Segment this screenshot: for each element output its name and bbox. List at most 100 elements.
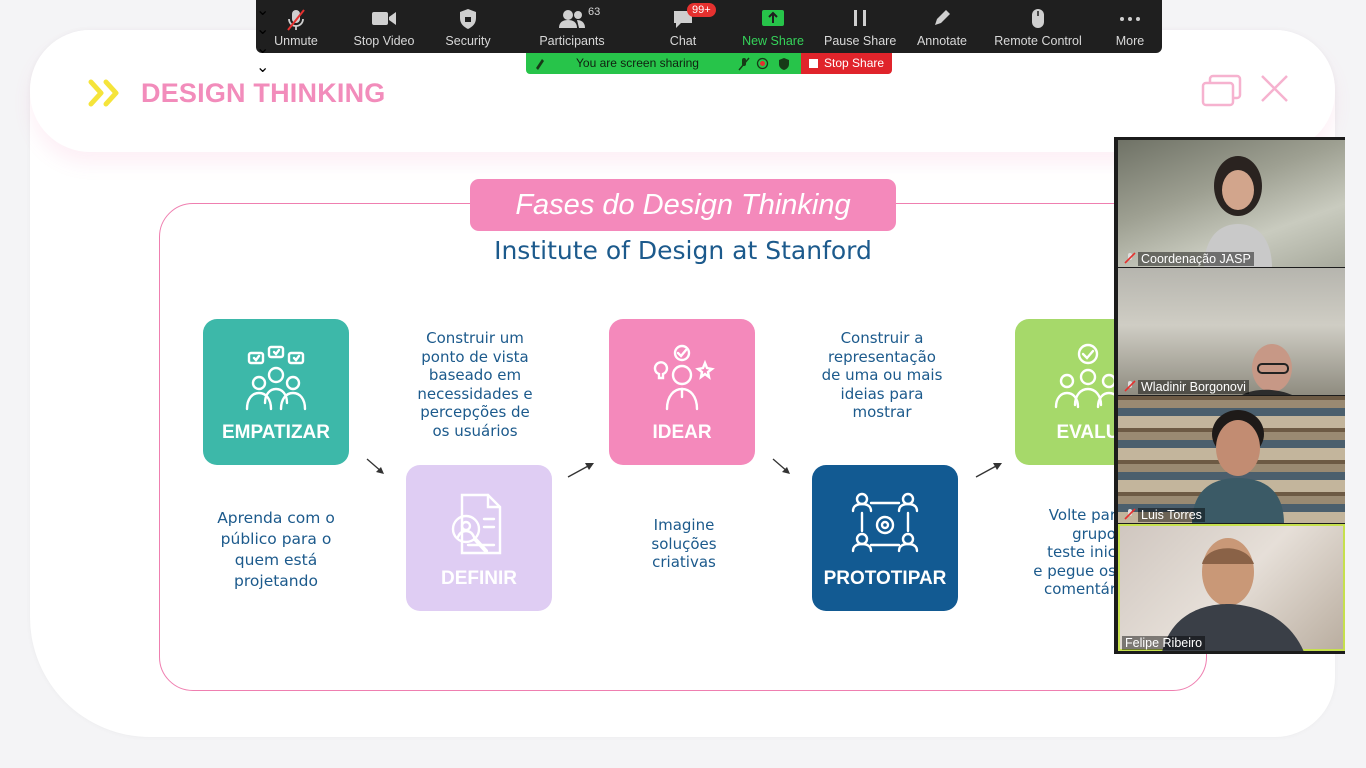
desc-line: ponto de vista [421, 347, 529, 366]
participant-video-panel[interactable]: Coordenação JASP Wladinir Borgonovi Luis… [1114, 137, 1345, 654]
participants-icon [559, 10, 585, 28]
share-screen-icon [762, 10, 784, 26]
tile-idear: IDEAR [609, 319, 755, 465]
idea-person-icon [653, 344, 715, 411]
desc-line: Volte par [1048, 506, 1116, 524]
empathy-people-icon [245, 345, 307, 411]
network-gear-icon [851, 492, 919, 553]
more-dots-icon [1120, 17, 1140, 21]
arrow-up-right-icon [975, 463, 1002, 478]
desc-line: e pegue os [1033, 561, 1116, 580]
desc-line: baseado em [428, 366, 522, 384]
microphone-muted-icon[interactable] [738, 57, 750, 71]
test-group-icon [1054, 343, 1122, 409]
desc-idear: Imagine soluções criativas [614, 516, 754, 572]
tile-empatizar: EMPATIZAR [203, 319, 349, 465]
shield-icon [460, 9, 476, 29]
desc-line: ideias para [840, 384, 924, 403]
participant-silhouette [1192, 410, 1284, 523]
desc-prototipar: Construir a representação de uma ou mais… [812, 329, 952, 422]
document-search-icon [451, 493, 502, 555]
close-window-icon [1261, 75, 1288, 102]
arrow-up-right-icon [567, 463, 594, 478]
new-share-label: New Share [742, 34, 804, 48]
desc-line: comentár [1043, 580, 1116, 598]
participant-silhouette [1241, 344, 1292, 395]
desc-line: Aprenda com o [217, 509, 335, 527]
pause-icon [854, 10, 866, 26]
desc-line: teste inic [1047, 543, 1116, 561]
remote-control-label: Remote Control [994, 34, 1082, 48]
slide-subtitle: Institute of Design at Stanford [494, 236, 872, 265]
participant-name: Felipe Ribeiro [1122, 636, 1206, 650]
participants-count: 63 [588, 6, 601, 18]
more-label: More [1115, 34, 1145, 48]
tile-label: DEFINIR [441, 568, 517, 589]
participant-name: Coordenação JASP [1138, 252, 1254, 266]
video-camera-icon [372, 12, 396, 25]
participant-video-tile[interactable]: Luis Torres [1118, 396, 1345, 523]
desc-line: percepções de [420, 403, 530, 421]
chat-label: Chat [669, 34, 697, 48]
participant-name: Wladinir Borgonovi [1138, 380, 1249, 394]
microphone-muted-icon [1124, 380, 1136, 392]
participant-video-tile[interactable]: Wladinir Borgonovi [1118, 268, 1345, 395]
pencil-icon [935, 10, 950, 25]
arrow-down-right-icon [366, 458, 384, 474]
annotate-label: Annotate [916, 34, 968, 48]
chat-unread-badge: 99+ [687, 3, 716, 17]
desc-line: Construir a [840, 329, 924, 347]
stop-video-label: Stop Video [353, 34, 415, 48]
participants-label: Participants [539, 34, 605, 48]
desc-line: os usuários [432, 421, 518, 440]
stop-video-button[interactable]: Stop Video [348, 0, 420, 53]
arrow-down-right-icon [772, 458, 790, 474]
microphone-muted-icon [1124, 508, 1136, 520]
tile-definir: DEFINIR [406, 465, 552, 611]
annotate-button[interactable]: Annotate [912, 0, 972, 53]
desc-line: representação [828, 347, 936, 366]
participant-name: Luis Torres [1138, 508, 1205, 522]
desc-line: quem está [234, 551, 318, 569]
microphone-muted-icon [287, 9, 305, 31]
pause-share-label: Pause Share [824, 34, 897, 48]
participant-video-tile[interactable]: Coordenação JASP [1118, 140, 1345, 267]
desc-line: mostrar [852, 403, 912, 421]
stop-share-label: Stop Share [824, 56, 885, 70]
tile-label: IDEAR [652, 422, 712, 443]
shield-icon[interactable] [778, 57, 790, 70]
tile-prototipar: PROTOTIPAR [812, 465, 958, 611]
microphone-muted-icon [1124, 252, 1136, 264]
unmute-button[interactable]: Unmute [264, 0, 328, 53]
remote-control-button[interactable]: Remote Control [992, 0, 1084, 53]
screen-sharing-indicator[interactable]: You are screen sharing [526, 53, 801, 74]
phases-banner: Fases do Design Thinking [470, 179, 896, 231]
participant-silhouette [1204, 156, 1272, 267]
screen-sharing-text: You are screen sharing [576, 56, 699, 70]
desc-line: Imagine [653, 516, 715, 534]
desc-line: grupo [1072, 524, 1116, 543]
security-label: Security [445, 34, 491, 48]
desc-line: soluções [651, 534, 717, 553]
participant-video-tile-active-speaker[interactable]: Felipe Ribeiro [1118, 524, 1345, 651]
participant-silhouette [1162, 538, 1304, 651]
desc-line: público para o [220, 530, 332, 548]
restore-window-icon [1201, 74, 1242, 107]
drag-handle-icon[interactable] [534, 57, 546, 70]
security-button[interactable]: Security [438, 0, 498, 53]
window-controls [1201, 74, 1288, 107]
stop-share-button[interactable]: Stop Share [801, 53, 892, 74]
tile-label: EMPATIZAR [221, 422, 330, 443]
record-icon[interactable] [756, 57, 769, 70]
stop-square-icon [809, 59, 818, 68]
slide-title: DESIGN THINKING [141, 78, 386, 108]
desc-line: necessidades e [417, 384, 533, 403]
new-share-button[interactable]: New Share [738, 0, 808, 53]
mouse-icon [1032, 9, 1044, 28]
desc-line: projetando [234, 572, 318, 590]
pause-share-button[interactable]: Pause Share [824, 0, 896, 53]
tile-label: PROTOTIPAR [823, 568, 947, 589]
desc-empatizar: Aprenda com o público para o quem está p… [206, 508, 346, 592]
more-button[interactable]: More [1108, 0, 1152, 53]
desc-line: criativas [652, 553, 716, 571]
